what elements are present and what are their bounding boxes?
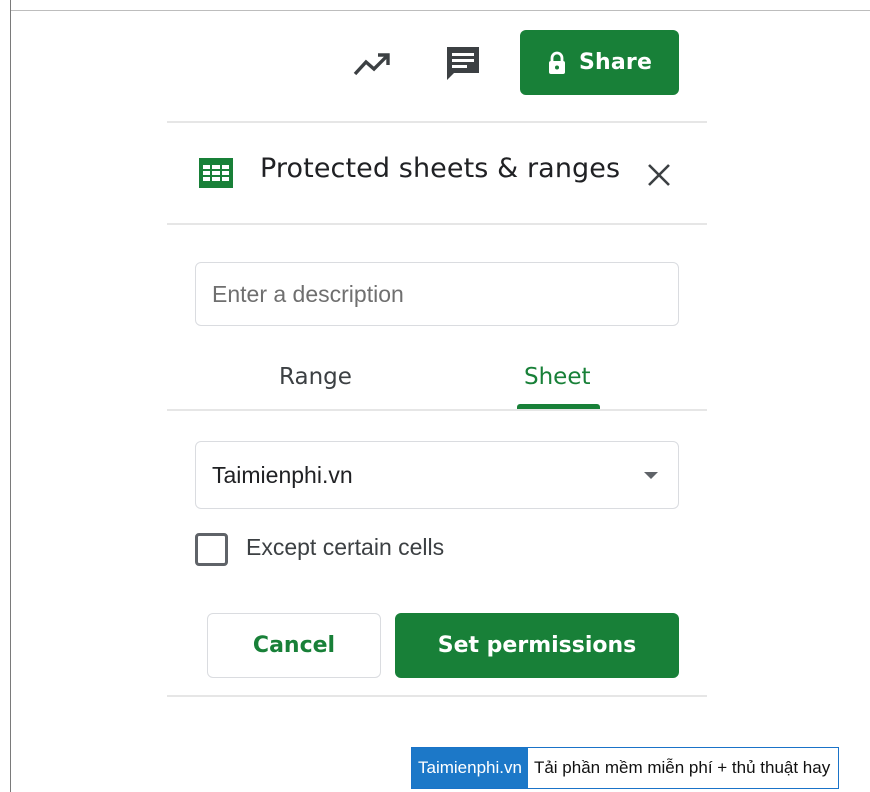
panel-top-divider <box>167 121 707 123</box>
tabs-divider <box>167 409 707 411</box>
close-icon[interactable] <box>646 162 672 188</box>
sheet-select[interactable]: Taimienphi.vn <box>195 441 679 509</box>
lock-icon <box>548 51 565 74</box>
watermark: Taimienphi.vn Tải phần mềm miễn phí + th… <box>411 747 840 789</box>
frame-left-border <box>10 0 11 792</box>
panel-header-divider <box>167 223 707 225</box>
sheet-select-value: Taimienphi.vn <box>212 461 353 488</box>
watermark-brand: Taimienphi.vn <box>412 748 528 788</box>
cancel-button[interactable]: Cancel <box>207 613 381 678</box>
description-input[interactable] <box>195 262 679 326</box>
frame-top-border <box>10 10 870 11</box>
panel-title: Protected sheets & ranges <box>260 153 621 184</box>
except-cells-checkbox[interactable] <box>195 533 228 566</box>
share-button[interactable]: Share <box>520 30 679 95</box>
tab-sheet[interactable]: Sheet <box>524 364 591 390</box>
panel-bottom-divider <box>167 695 707 697</box>
comment-icon[interactable] <box>444 44 482 82</box>
except-cells-label[interactable]: Except certain cells <box>246 534 444 561</box>
set-permissions-button[interactable]: Set permissions <box>395 613 679 678</box>
trend-icon[interactable] <box>352 48 392 80</box>
share-label: Share <box>578 50 653 75</box>
chevron-down-icon <box>644 472 658 479</box>
sheets-icon <box>199 158 233 188</box>
tab-range[interactable]: Range <box>279 364 352 390</box>
watermark-tagline: Tải phần mềm miễn phí + thủ thuật hay <box>533 758 831 777</box>
